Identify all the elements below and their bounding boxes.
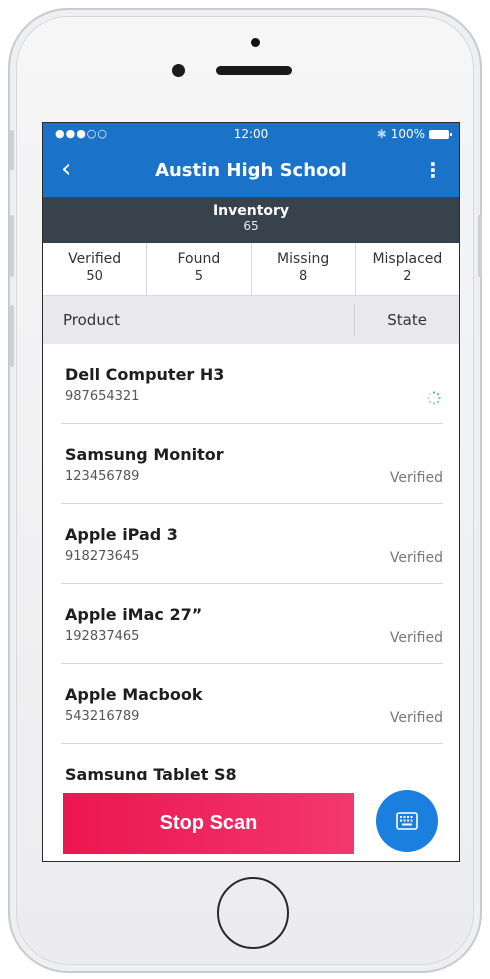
product-code: 543216789 (65, 709, 140, 724)
more-vertical-icon[interactable]: ⋮ (423, 158, 443, 182)
product-code: 987654321 (65, 389, 140, 404)
keyboard-icon (396, 812, 418, 830)
product-name: Apple iPad 3 (65, 525, 178, 544)
list-item[interactable]: Apple Macbook 543216789 Verified (61, 664, 443, 744)
product-list[interactable]: Dell Computer H3 987654321 Samsung Monit… (43, 344, 459, 780)
phone-camera (172, 64, 185, 77)
page-title: Austin High School (155, 160, 347, 181)
product-name: Apple Macbook (65, 685, 203, 704)
battery-area: ✱ 100% (376, 127, 452, 141)
phone-home-button[interactable] (217, 877, 289, 949)
inventory-count: 65 (243, 219, 259, 233)
column-product[interactable]: Product (63, 311, 120, 329)
battery-icon (429, 129, 452, 139)
product-state: Verified (389, 630, 443, 646)
stat-verified[interactable]: Verified 50 (43, 243, 148, 295)
loading-spinner-icon (427, 391, 441, 405)
stat-label: Verified (68, 251, 122, 267)
phone-power-button (478, 215, 482, 277)
keyboard-button[interactable] (376, 790, 438, 852)
product-name: Dell Computer H3 (65, 365, 225, 384)
product-code: 123456789 (65, 469, 140, 484)
product-name: Samsung Monitor (65, 445, 224, 464)
phone-silent-switch (10, 130, 14, 170)
stat-label: Misplaced (372, 251, 443, 267)
product-state: Verified (389, 710, 443, 726)
phone-sensor (251, 38, 260, 47)
battery-percent: 100% (390, 127, 425, 141)
product-name: Samsung Tablet S8 (65, 765, 237, 780)
column-divider (354, 304, 355, 336)
product-state: Verified (389, 470, 443, 486)
status-bar: ●●●○○ 12:00 ✱ 100% (43, 123, 459, 145)
stat-misplaced[interactable]: Misplaced 2 (356, 243, 459, 295)
product-name: Apple iMac 27” (65, 605, 203, 624)
product-code: 192837465 (65, 629, 140, 644)
phone-volume-up (10, 215, 14, 277)
product-code: 918273645 (65, 549, 140, 564)
column-state[interactable]: State (387, 311, 427, 329)
list-item[interactable]: Samsung Monitor 123456789 Verified (61, 424, 443, 504)
nav-bar: ‹ Austin High School ⋮ (43, 145, 459, 197)
phone-volume-down (10, 305, 14, 367)
stat-value: 2 (403, 269, 412, 284)
stats-bar: Verified 50 Found 5 Missing 8 Misplaced … (43, 243, 459, 296)
list-item[interactable]: Dell Computer H3 987654321 (61, 344, 443, 424)
phone-speaker (216, 66, 292, 75)
list-item[interactable]: Samsung Tablet S8 (61, 744, 443, 780)
app-screen: ●●●○○ 12:00 ✱ 100% ‹ Austin High School … (42, 122, 460, 862)
stat-missing[interactable]: Missing 8 (252, 243, 356, 295)
product-state: Verified (389, 550, 443, 566)
stat-found[interactable]: Found 5 (147, 243, 252, 295)
stat-label: Found (177, 251, 221, 267)
list-item[interactable]: Apple iMac 27” 192837465 Verified (61, 584, 443, 664)
bluetooth-icon: ✱ (376, 127, 387, 141)
list-item[interactable]: Apple iPad 3 918273645 Verified (61, 504, 443, 584)
stop-scan-button[interactable]: Stop Scan (63, 793, 354, 854)
inventory-summary: Inventory 65 (43, 197, 459, 243)
stat-value: 50 (86, 269, 103, 284)
bottom-action-bar: Stop Scan (43, 780, 459, 861)
stat-value: 5 (194, 269, 204, 284)
inventory-label: Inventory (212, 203, 290, 219)
table-header: Product State (43, 296, 459, 345)
stat-value: 8 (298, 269, 308, 284)
stat-label: Missing (277, 251, 330, 267)
